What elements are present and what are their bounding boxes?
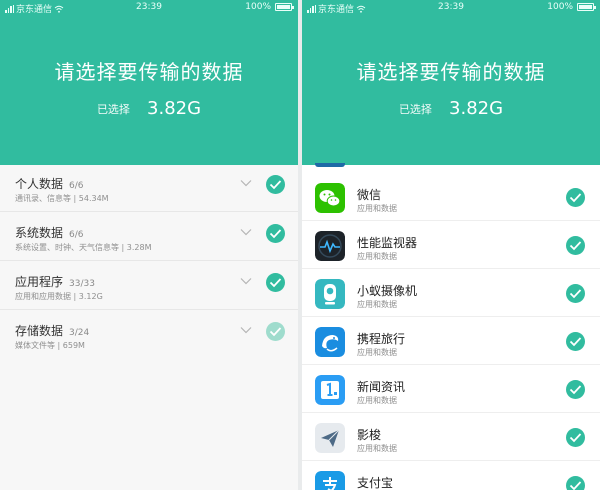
checkbox-checked-icon[interactable] [266,273,285,292]
checkbox-checked-icon[interactable] [266,224,285,243]
category-name: 存储数据 3/24 [15,324,90,338]
app-row-wechat[interactable]: 微信 应用和数据 [302,174,600,221]
battery-percent: 100% [245,2,271,12]
checkbox-checked-icon[interactable] [566,476,585,490]
battery-icon [275,3,294,11]
battery-percent: 100% [547,2,573,12]
selected-size: 3.82G [147,98,202,119]
chevron-down-icon[interactable] [240,277,252,285]
category-detail: 通讯录、信息等 | 54.34M [15,194,109,203]
app-row-shadowsocks[interactable]: 影梭 应用和数据 [302,414,600,461]
selected-summary: 已选择 3.82G [302,98,600,119]
app-subtitle: 应用和数据 [357,300,397,309]
status-bar: 京东通信 23:39 100% [302,0,600,16]
app-row-yi-camera[interactable]: 小蚁摄像机 应用和数据 [302,270,600,317]
checkbox-checked-icon[interactable] [266,175,285,194]
header: 京东通信 23:39 100% 请选择要传输的数据 已选择 3.82G [0,0,298,165]
app-subtitle: 应用和数据 [357,348,397,357]
checkbox-checked-icon[interactable] [566,332,585,351]
app-name: 性能监视器 [357,236,418,250]
alipay-icon [315,471,345,490]
paper-plane-icon [315,423,345,453]
app-subtitle: 应用和数据 [357,204,397,213]
category-row-storage[interactable]: 存储数据 3/24 媒体文件等 | 659M [0,312,298,359]
news-icon [315,375,345,405]
selected-label: 已选择 [398,102,432,116]
selected-summary: 已选择 3.82G [0,98,298,119]
category-count: 6/6 [69,230,84,240]
app-row-news[interactable]: 新闻资讯 应用和数据 [302,366,600,413]
wechat-icon [315,183,345,213]
app-subtitle: 应用和数据 [357,444,397,453]
app-row-alipay[interactable]: 支付宝 [302,462,600,490]
checkbox-checked-icon[interactable] [566,428,585,447]
chevron-down-icon[interactable] [240,179,252,187]
app-name: 小蚁摄像机 [357,284,418,298]
category-name: 系统数据 6/6 [15,226,84,240]
app-row-performance-monitor[interactable]: 性能监视器 应用和数据 [302,222,600,269]
app-name: 新闻资讯 [357,380,406,394]
ctrip-dolphin-icon [315,327,345,357]
app-row-ctrip[interactable]: 携程旅行 应用和数据 [302,318,600,365]
page-title: 请选择要传输的数据 [54,60,244,84]
category-row-apps[interactable]: 应用程序 33/33 应用和应用数据 | 3.12G [0,263,298,310]
page-title: 请选择要传输的数据 [356,60,546,84]
checkbox-partial-icon[interactable] [266,322,285,341]
app-name: 微信 [357,188,382,202]
app-list-panel: 京东通信 23:39 100% 请选择要传输的数据 已选择 3.82G 微信 应… [302,0,600,490]
checkbox-checked-icon[interactable] [566,236,585,255]
category-detail: 系统设置、时钟、天气信息等 | 3.28M [15,243,152,252]
category-count: 33/33 [69,279,95,289]
category-count: 6/6 [69,181,84,191]
performance-monitor-icon [315,231,345,261]
category-panel: 京东通信 23:39 100% 请选择要传输的数据 已选择 3.82G 个人数据… [0,0,298,490]
app-name: 支付宝 [357,476,394,490]
category-detail: 媒体文件等 | 659M [15,341,85,350]
category-count: 3/24 [69,328,90,338]
previous-app-icon-edge [315,163,345,167]
app-subtitle: 应用和数据 [357,396,397,405]
battery-icon [577,3,596,11]
checkbox-checked-icon[interactable] [566,380,585,399]
checkbox-checked-icon[interactable] [566,284,585,303]
header: 京东通信 23:39 100% 请选择要传输的数据 已选择 3.82G [302,0,600,165]
selected-size: 3.82G [449,98,504,119]
status-bar: 京东通信 23:39 100% [0,0,298,16]
selected-label: 已选择 [96,102,130,116]
yi-camera-icon [315,279,345,309]
app-subtitle: 应用和数据 [357,252,397,261]
category-name: 个人数据 6/6 [15,177,84,191]
category-name: 应用程序 33/33 [15,275,95,289]
category-row-personal[interactable]: 个人数据 6/6 通讯录、信息等 | 54.34M [0,165,298,212]
app-name: 影梭 [357,428,382,442]
app-name: 携程旅行 [357,332,406,346]
chevron-down-icon[interactable] [240,228,252,236]
checkbox-checked-icon[interactable] [566,188,585,207]
category-row-system[interactable]: 系统数据 6/6 系统设置、时钟、天气信息等 | 3.28M [0,214,298,261]
category-detail: 应用和应用数据 | 3.12G [15,292,103,301]
chevron-down-icon[interactable] [240,326,252,334]
